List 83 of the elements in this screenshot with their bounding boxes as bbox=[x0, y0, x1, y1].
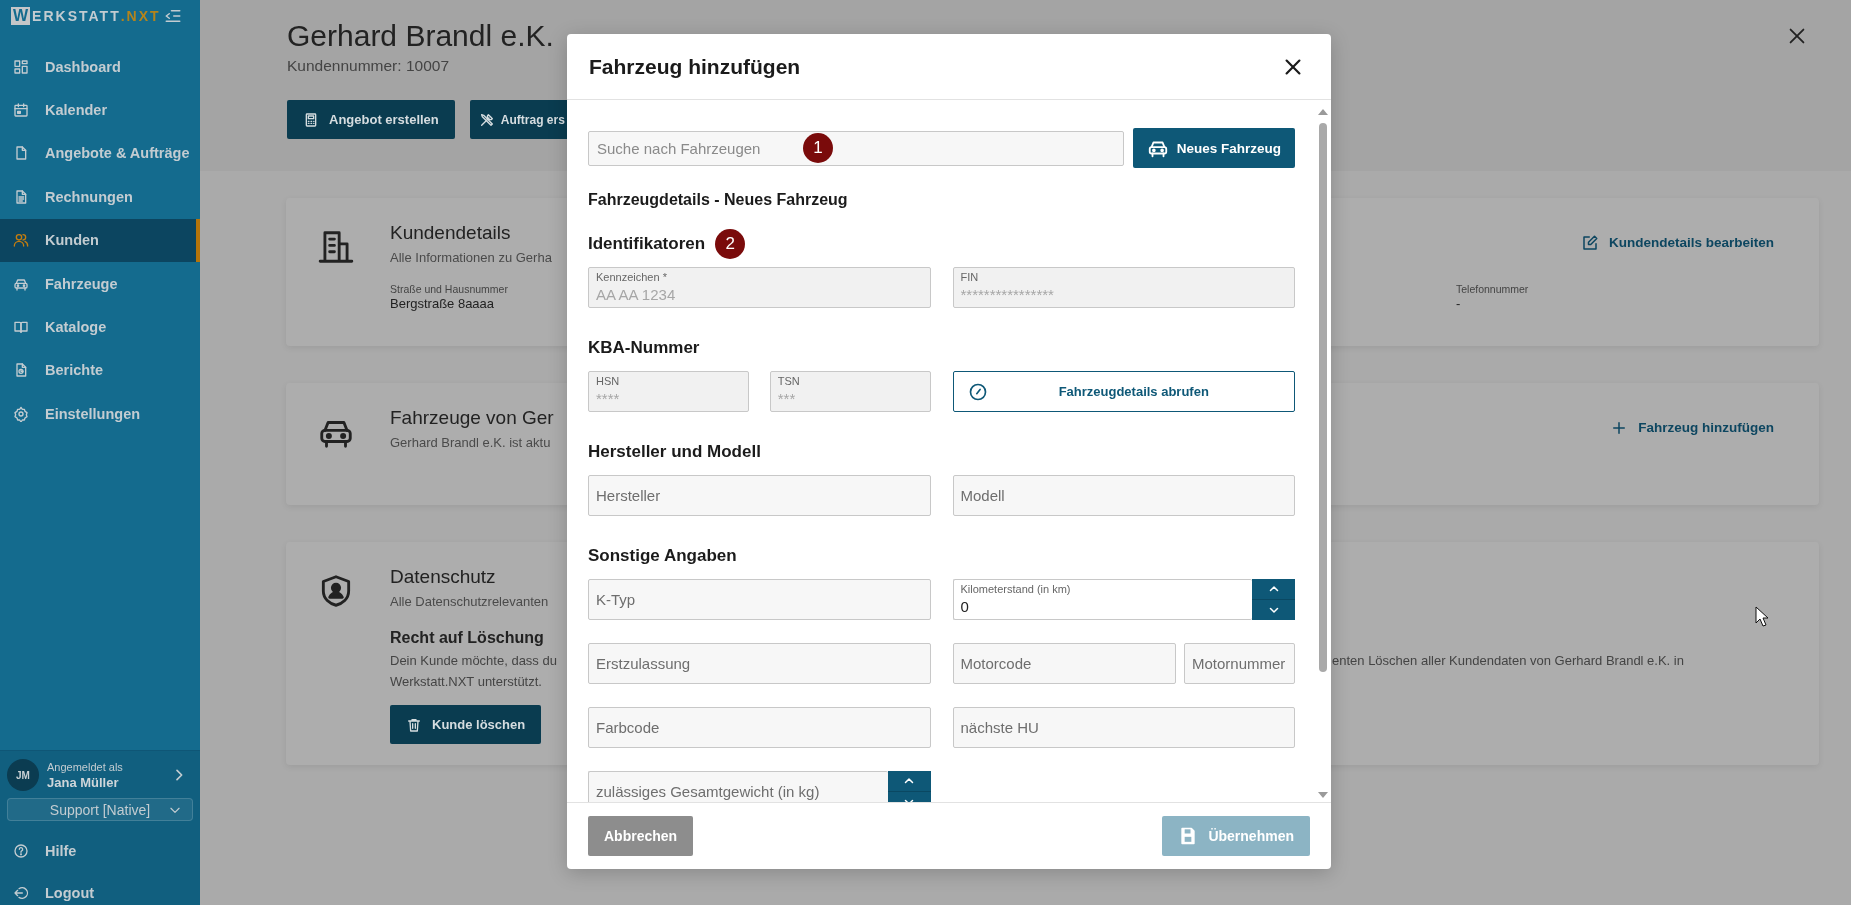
field-label: Telefonnummer bbox=[1456, 282, 1530, 296]
scroll-down-icon[interactable] bbox=[1318, 792, 1328, 798]
new-vehicle-button[interactable]: Neues Fahrzeug bbox=[1132, 128, 1295, 168]
logo: W ERKSTATT.NXT bbox=[11, 7, 161, 25]
card-title: Fahrzeuge von Ger bbox=[390, 406, 555, 430]
document-chart-icon bbox=[13, 362, 29, 379]
customer-name: Gerhard Brandl e.K. bbox=[287, 18, 555, 54]
text-field[interactable]: Motornummer bbox=[1184, 643, 1295, 684]
dialog-title: Fahrzeug hinzufügen bbox=[589, 54, 801, 79]
section-title: Sonstige Angaben bbox=[588, 546, 737, 566]
sidebar-item[interactable]: Dashboard bbox=[0, 45, 200, 89]
document-lines-icon bbox=[13, 188, 29, 205]
field-label: FIN bbox=[960, 271, 979, 284]
field-label: Kennzeichen * bbox=[596, 271, 667, 284]
sidebar-item[interactable]: Fahrzeuge bbox=[0, 261, 200, 306]
user-caption: Angemeldet als bbox=[47, 759, 123, 774]
users-icon bbox=[13, 232, 29, 249]
action-button[interactable]: Angebot erstellen bbox=[287, 100, 455, 139]
increment-button[interactable] bbox=[1252, 579, 1295, 599]
edit-icon bbox=[1580, 234, 1599, 252]
field-value: - bbox=[1456, 296, 1462, 312]
text-field[interactable]: Erstzulassung bbox=[588, 643, 931, 684]
sidebar-item[interactable]: Kataloge bbox=[0, 305, 200, 349]
sidebar-item[interactable]: Angebote & Aufträge bbox=[0, 131, 200, 176]
tools-icon bbox=[478, 111, 495, 128]
book-icon bbox=[13, 319, 29, 336]
gauge-icon bbox=[967, 381, 988, 402]
customer-number: Kundennummer: 10007 bbox=[287, 56, 450, 76]
field-label: HSN bbox=[596, 375, 620, 388]
text-field[interactable]: Motorcode bbox=[952, 643, 1176, 684]
role-dropdown[interactable]: Support [Native] bbox=[7, 798, 193, 821]
menu-collapse-icon[interactable] bbox=[164, 7, 182, 25]
card-title: Datenschutz bbox=[390, 565, 497, 589]
trash-icon bbox=[406, 716, 422, 733]
sidebar-item[interactable]: Hilfe bbox=[0, 830, 200, 871]
sidebar-item[interactable]: Einstellungen bbox=[0, 392, 200, 436]
sidebar-item[interactable]: Rechnungen bbox=[0, 175, 200, 219]
grid-icon bbox=[13, 58, 29, 75]
calculator-icon bbox=[303, 111, 319, 128]
card-subtitle: Gerhard Brandl e.K. ist aktu bbox=[390, 434, 552, 452]
text-field[interactable]: nächste HU bbox=[952, 707, 1295, 748]
text-field[interactable]: Farbcode bbox=[588, 707, 931, 748]
calendar-icon bbox=[13, 102, 29, 119]
sidebar-item[interactable]: Kalender bbox=[0, 88, 200, 132]
sidebar-item[interactable]: Kunden bbox=[0, 218, 200, 262]
paragraph: enten Löschen aller Kundendaten von Gerhard Brandl e.K. in bbox=[1332, 652, 1685, 670]
section-title: Recht auf Löschung bbox=[390, 628, 545, 648]
scroll-up-icon[interactable] bbox=[1318, 109, 1328, 115]
section-title: KBA-Nummer bbox=[588, 338, 700, 358]
action-link[interactable]: Fahrzeug hinzufügen bbox=[1610, 417, 1774, 439]
delete-button[interactable]: Kunde löschen bbox=[390, 705, 542, 744]
card-subtitle: Alle Datenschutzrelevanten bbox=[390, 593, 550, 611]
number-field[interactable]: zulässiges Gesamtgewicht (in kg) bbox=[588, 771, 888, 802]
decrement-button[interactable] bbox=[1252, 599, 1295, 620]
card-subtitle: Alle Informationen zu Gerha bbox=[390, 249, 553, 267]
user-name: Jana Müller bbox=[47, 773, 120, 791]
form-heading: Fahrzeugdetails - Neues Fahrzeug bbox=[588, 190, 849, 210]
field-label: Kilometerstand (in km) bbox=[960, 583, 1071, 596]
text-field[interactable]: Modell bbox=[952, 475, 1295, 516]
settings-icon bbox=[13, 405, 29, 422]
cursor-icon bbox=[1755, 606, 1769, 627]
fetch-details-button[interactable]: Fahrzeugdetails abrufen bbox=[952, 371, 1295, 412]
document-icon bbox=[13, 145, 29, 162]
building-icon bbox=[317, 228, 355, 266]
section-title: Hersteller und Modell bbox=[588, 442, 761, 462]
field-label: Straße und Hausnummer bbox=[390, 282, 509, 296]
card-title: Kundendetails bbox=[390, 221, 512, 245]
cancel-button[interactable]: Abbrechen bbox=[588, 816, 694, 856]
text-field[interactable]: Hersteller bbox=[588, 475, 931, 516]
action-link[interactable]: Kundendetails bearbeiten bbox=[1580, 232, 1774, 254]
section-title: Identifikatoren bbox=[588, 234, 706, 254]
logout-icon bbox=[13, 885, 29, 901]
step-badge: 2 bbox=[715, 229, 746, 259]
text-field[interactable]: K-Typ bbox=[588, 579, 931, 620]
avatar: JM bbox=[7, 759, 39, 791]
increment-button[interactable] bbox=[887, 771, 931, 791]
paragraph: Dein Kunde möchte, dass du Werkstatt.NXT unterstützt. bbox=[390, 652, 558, 691]
help-icon bbox=[13, 842, 29, 859]
sidebar-item[interactable]: Berichte bbox=[0, 348, 200, 393]
field-value: Bergstraße 8aaaa bbox=[390, 296, 496, 312]
scrollbar-thumb[interactable] bbox=[1319, 123, 1327, 672]
field-label: TSN bbox=[777, 375, 800, 388]
sidebar-item[interactable]: Logout bbox=[0, 871, 200, 905]
